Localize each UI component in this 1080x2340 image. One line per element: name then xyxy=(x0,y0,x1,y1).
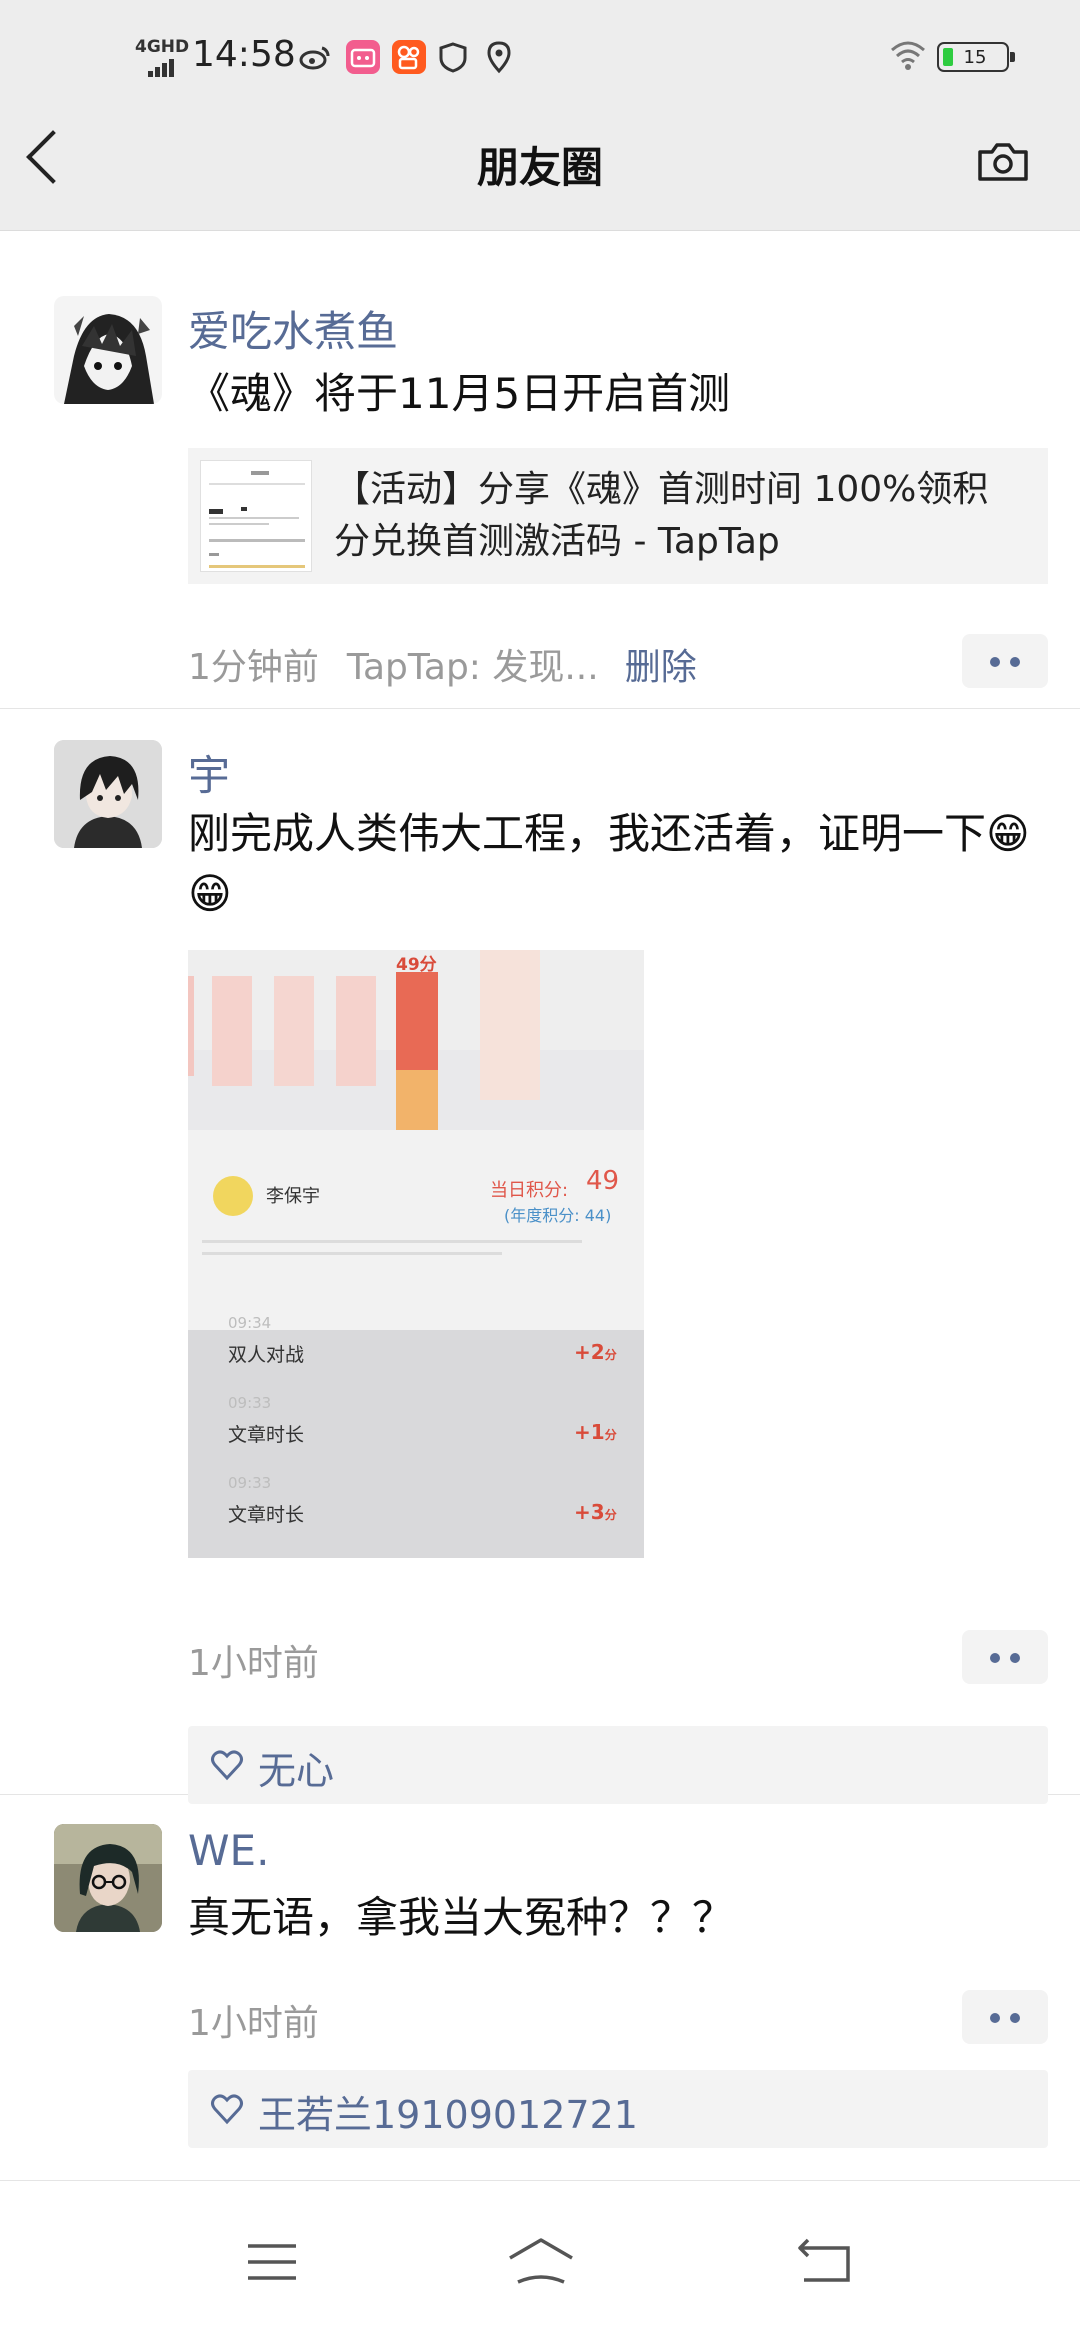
menu-icon[interactable] xyxy=(246,2242,298,2286)
post-image[interactable]: 49分 李保宇 当日积分: 49 (年度积分: 44) 09:34 双人对战 +… xyxy=(188,950,644,1558)
moment-post: 爱吃水煮鱼 《魂》将于11月5日开启首测 【活动】分享《魂》首测时间 100%领… xyxy=(0,230,1080,709)
status-bar: 4GHD 14:58 15 xyxy=(0,28,1080,88)
image-today-score: 49 xyxy=(586,1166,620,1196)
post-text: 刚完成人类伟大工程，我还活着，证明一下😁😁 xyxy=(188,809,1030,918)
like-name[interactable]: 无心 xyxy=(258,1740,334,1795)
wifi-icon xyxy=(888,38,928,76)
post-text: 真无语，拿我当大冤种？？？ xyxy=(188,1893,735,1942)
post-time: 1小时前 xyxy=(188,2003,319,2044)
link-title: 【活动】分享《魂》首测时间 100%领积分兑换首测激活码 - TapTap xyxy=(334,469,989,562)
battery-level: 15 xyxy=(963,47,987,68)
battery-icon: 15 xyxy=(937,42,1015,72)
post-author[interactable]: 宇 xyxy=(188,742,230,803)
post-meta: 1分钟前 TapTap: 发现... 删除 xyxy=(188,638,697,690)
top-bar: 4GHD 14:58 15 朋友圈 xyxy=(0,0,1080,231)
link-thumbnail xyxy=(200,460,312,572)
location-icon xyxy=(482,40,516,74)
heart-icon xyxy=(211,2094,243,2125)
bilibili-icon xyxy=(346,40,380,74)
image-year-score: (年度积分: 44) xyxy=(504,1206,612,1225)
post-author[interactable]: 爱吃水煮鱼 xyxy=(188,298,398,359)
post-author[interactable]: WE. xyxy=(188,1826,269,1875)
delete-link[interactable]: 删除 xyxy=(625,647,697,688)
more-actions-button[interactable] xyxy=(962,1630,1048,1684)
likes-bar: 无心 xyxy=(188,1726,1048,1804)
signal-icon xyxy=(148,58,176,77)
status-time: 14:58 xyxy=(192,34,296,75)
avatar[interactable] xyxy=(54,740,162,848)
link-card[interactable]: 【活动】分享《魂》首测时间 100%领积分兑换首测激活码 - TapTap xyxy=(188,448,1048,584)
network-type: 4GHD xyxy=(135,37,190,57)
post-time: 1分钟前 xyxy=(188,647,319,688)
image-item-label: 文章时长 xyxy=(228,1504,305,1526)
post-source[interactable]: TapTap: 发现... xyxy=(347,647,599,688)
heart-icon xyxy=(211,1750,243,1781)
weibo-icon xyxy=(298,40,332,74)
image-user-name: 李保宇 xyxy=(266,1186,320,1207)
kuaishou-icon xyxy=(392,40,426,74)
more-actions-button[interactable] xyxy=(962,634,1048,688)
avatar[interactable] xyxy=(54,296,162,404)
image-bar-label: 49分 xyxy=(396,955,437,975)
camera-icon[interactable] xyxy=(976,142,1030,182)
more-actions-button[interactable] xyxy=(962,1990,1048,2044)
image-today-label: 当日积分: xyxy=(490,1180,569,1201)
likes-bar: 王若兰19109012721 xyxy=(188,2070,1048,2148)
like-name[interactable]: 王若兰19109012721 xyxy=(258,2084,638,2139)
page-title: 朋友圈 xyxy=(476,143,603,192)
image-item-time: 09:34 xyxy=(228,1314,272,1332)
post-text: 《魂》将于11月5日开启首测 xyxy=(188,369,731,418)
image-item-score: +1分 xyxy=(574,1420,617,1444)
image-item-score: +2分 xyxy=(574,1340,617,1364)
back-nav-icon[interactable] xyxy=(796,2238,852,2288)
post-time: 1小时前 xyxy=(188,1643,319,1684)
avatar[interactable] xyxy=(54,1824,162,1932)
image-item-label: 文章时长 xyxy=(228,1424,305,1446)
moment-post: WE. 真无语，拿我当大冤种？？？ 1小时前 王若兰19109012721 xyxy=(0,1794,1080,2181)
image-item-time: 09:33 xyxy=(228,1394,272,1412)
image-item-label: 双人对战 xyxy=(228,1344,305,1366)
image-item-score: +3分 xyxy=(574,1500,617,1524)
shield-icon xyxy=(436,40,470,74)
system-nav-bar xyxy=(0,2200,1080,2340)
home-icon[interactable] xyxy=(506,2236,576,2290)
image-item-time: 09:33 xyxy=(228,1474,272,1492)
